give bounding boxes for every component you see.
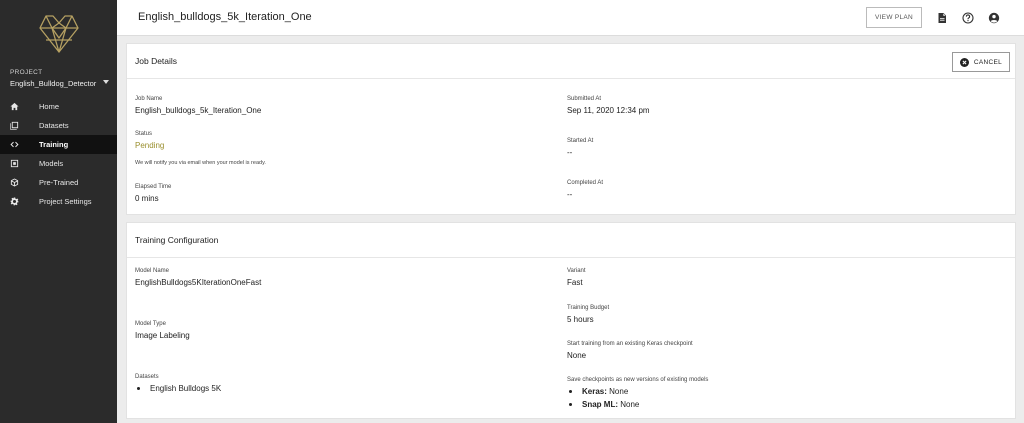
page-title: English_bulldogs_5k_Iteration_One: [138, 11, 312, 23]
top-header: English_bulldogs_5k_Iteration_One VIEW P…: [117, 0, 1024, 36]
status-field: Status Pending: [135, 131, 164, 150]
job-details-card: Job Details CANCEL Job Name English_bull…: [126, 43, 1016, 215]
completed-at-label: Completed At: [567, 180, 604, 186]
model-type-field: Model Type Image Labeling: [135, 321, 190, 340]
sidebar-item-models[interactable]: Models: [0, 154, 117, 173]
variant-field: Variant Fast: [567, 268, 586, 287]
training-budget-field: Training Budget 5 hours: [567, 305, 609, 324]
job-name-label: Job Name: [135, 96, 163, 102]
sidebar-item-label: Project Settings: [39, 197, 92, 206]
submitted-at-field: Submitted At Sep 11, 2020 12:34 pm: [567, 96, 650, 115]
snapml-value: None: [620, 400, 640, 409]
training-config-header: Training Configuration: [127, 223, 1015, 258]
started-at-field: Started At --: [567, 138, 593, 157]
save-checkpoints-field: Save checkpoints as new versions of exis…: [567, 377, 708, 413]
completed-at-field: Completed At --: [567, 180, 603, 199]
keras-name: Keras:: [582, 387, 607, 396]
job-name-field: Job Name English_bulldogs_5k_Iteration_O…: [135, 96, 261, 115]
save-checkpoints-label: Save checkpoints as new versions of exis…: [567, 377, 709, 383]
training-config-card: Training Configuration Model Name Englis…: [126, 222, 1016, 419]
job-name-value: English_bulldogs_5k_Iteration_One: [135, 106, 262, 115]
account-icon[interactable]: [988, 11, 1000, 24]
model-type-value: Image Labeling: [135, 331, 190, 340]
training-config-title: Training Configuration: [135, 235, 219, 245]
sidebar-item-datasets[interactable]: Datasets: [0, 116, 117, 135]
sidebar: PROJECT English_Bulldog_Detector Home Da…: [0, 0, 117, 423]
datasets-icon: [9, 121, 19, 131]
project-selector[interactable]: English_Bulldog_Detector: [10, 79, 96, 88]
cancel-icon: [959, 57, 969, 67]
job-details-header: Job Details CANCEL: [127, 44, 1015, 79]
help-icon[interactable]: [962, 11, 974, 24]
code-icon: [9, 140, 19, 150]
list-item: English Bulldogs 5K: [135, 384, 221, 393]
sidebar-item-label: Datasets: [39, 121, 69, 130]
sidebar-item-home[interactable]: Home: [0, 97, 117, 116]
logo-icon: [39, 15, 79, 53]
document-icon[interactable]: [936, 11, 948, 23]
snapml-name: Snap ML:: [582, 400, 618, 409]
list-item: Snap ML: None: [567, 400, 708, 409]
sidebar-item-project-settings[interactable]: Project Settings: [0, 192, 117, 211]
job-details-title: Job Details: [135, 56, 178, 66]
elapsed-time-field: Elapsed Time 0 mins: [135, 184, 171, 203]
sidebar-item-training[interactable]: Training: [0, 135, 117, 154]
sidebar-item-label: Models: [39, 159, 64, 168]
view-plan-button[interactable]: VIEW PLAN: [866, 7, 922, 28]
model-name-label: Model Name: [135, 268, 170, 274]
started-at-label: Started At: [567, 138, 594, 144]
status-note: We will notify you via email when your m…: [135, 160, 266, 166]
variant-label: Variant: [567, 268, 586, 274]
gear-icon: [9, 197, 19, 207]
elapsed-time-value: 0 mins: [135, 194, 159, 203]
project-label: PROJECT: [10, 69, 43, 76]
sidebar-item-label: Training: [39, 140, 69, 149]
status-value: Pending: [135, 141, 165, 150]
list-item: Keras: None: [567, 387, 708, 396]
model-name-value: EnglishBulldogs5KIterationOneFast: [135, 278, 262, 287]
sidebar-item-label: Pre-Trained: [39, 178, 79, 187]
sidebar-nav: Home Datasets Training Models Pre-Traine…: [0, 97, 117, 211]
training-budget-label: Training Budget: [567, 305, 610, 311]
model-name-field: Model Name EnglishBulldogs5KIterationOne…: [135, 268, 261, 287]
save-checkpoints-list: Keras: None Snap ML: None: [567, 387, 708, 409]
keras-value: None: [609, 387, 629, 396]
variant-value: Fast: [567, 278, 583, 287]
completed-at-value: --: [567, 190, 573, 199]
elapsed-time-label: Elapsed Time: [135, 184, 172, 190]
sidebar-item-pre-trained[interactable]: Pre-Trained: [0, 173, 117, 192]
submitted-at-label: Submitted At: [567, 96, 602, 102]
cancel-label: CANCEL: [973, 58, 1003, 66]
chevron-down-icon[interactable]: [103, 80, 109, 84]
cancel-button[interactable]: CANCEL: [952, 52, 1010, 72]
started-at-value: --: [567, 148, 573, 157]
training-budget-value: 5 hours: [567, 315, 594, 324]
datasets-list: English Bulldogs 5K: [135, 384, 221, 393]
keras-checkpoint-value: None: [567, 351, 587, 360]
models-icon: [9, 159, 19, 169]
keras-checkpoint-field: Start training from an existing Keras ch…: [567, 341, 693, 360]
sidebar-item-label: Home: [39, 102, 60, 111]
model-type-label: Model Type: [135, 321, 166, 327]
home-icon: [9, 102, 19, 112]
submitted-at-value: Sep 11, 2020 12:34 pm: [567, 106, 650, 115]
cube-icon: [9, 178, 19, 188]
keras-checkpoint-label: Start training from an existing Keras ch…: [567, 341, 693, 347]
datasets-field: Datasets English Bulldogs 5K: [135, 374, 221, 397]
status-label: Status: [135, 131, 153, 137]
datasets-label: Datasets: [135, 374, 159, 380]
